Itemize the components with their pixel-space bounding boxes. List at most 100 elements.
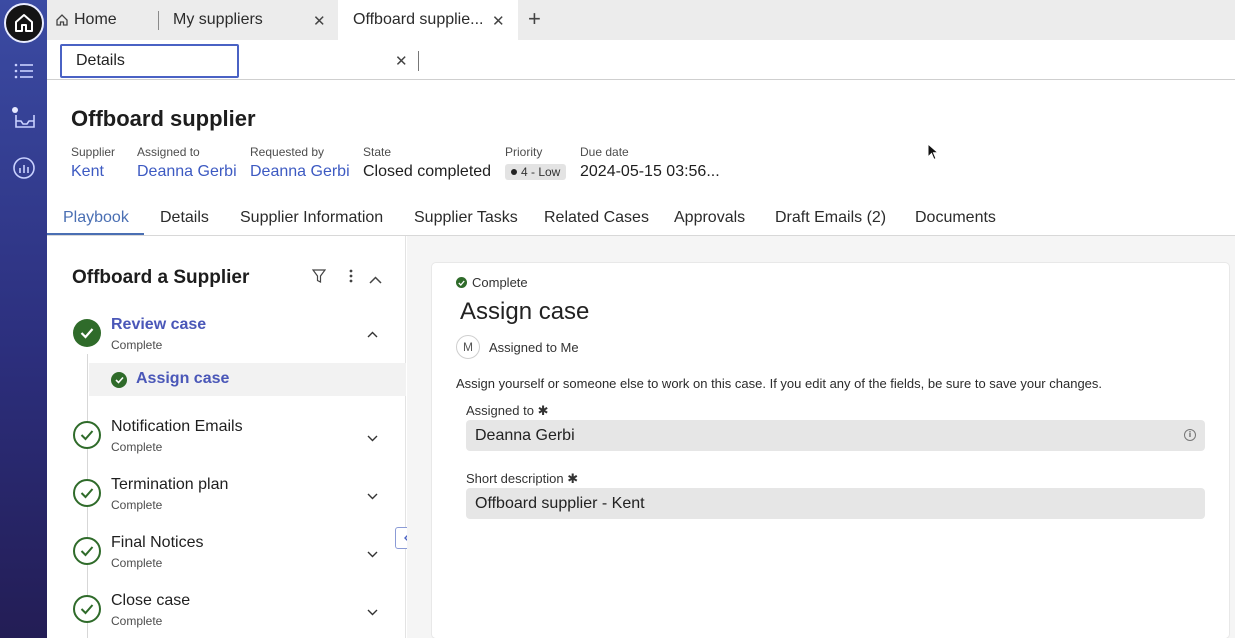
info-icon[interactable]: i <box>1184 429 1196 441</box>
field-label: Priority <box>505 145 543 159</box>
tab-bar: Home My suppliers ✕ Offboard supplie... … <box>47 0 1235 40</box>
playbook-title: Offboard a Supplier <box>72 267 250 288</box>
check-small-icon <box>111 372 127 388</box>
check-small-icon <box>456 277 467 288</box>
tab-offboard-supplier[interactable]: Offboard supplie... <box>338 0 518 40</box>
card-title: Assign case <box>460 298 590 325</box>
app-rail <box>0 0 47 638</box>
mouse-cursor-icon <box>927 142 940 166</box>
assigned-to-value: Deanna Gerbi <box>475 427 575 444</box>
short-description-label: Short description ✱ <box>466 471 578 487</box>
field-label: Assigned to <box>137 145 200 159</box>
short-description-field[interactable]: Offboard supplier - Kent <box>466 488 1205 519</box>
tab-divider <box>158 11 159 30</box>
field-label: Supplier <box>71 145 116 159</box>
instruction-text: Assign yourself or someone else to work … <box>456 376 1103 391</box>
step-status: Complete <box>111 498 163 512</box>
field-label: State <box>363 145 392 159</box>
step-close-case[interactable]: Close case <box>111 592 190 610</box>
substep-row[interactable]: Assign case <box>89 363 406 396</box>
field-requested-by: Requested by Deanna Gerbi <box>250 145 350 181</box>
chevron-down-icon[interactable] <box>367 487 378 503</box>
due-date-value: 2024-05-15 03:56... <box>580 163 720 180</box>
priority-badge: 4 - Low <box>505 164 567 180</box>
field-supplier: Supplier Kent <box>71 145 115 181</box>
tab-home[interactable]: Home <box>55 0 155 40</box>
list-icon[interactable] <box>0 58 47 84</box>
label-text: Short description <box>466 471 564 486</box>
field-label: Due date <box>580 145 629 159</box>
page-title: Offboard supplier <box>71 106 256 131</box>
tab-playbook[interactable]: Playbook <box>63 209 129 227</box>
step-status: Complete <box>111 440 163 454</box>
step-status: Complete <box>111 338 163 352</box>
step-final-notices[interactable]: Final Notices <box>111 534 203 552</box>
tab-label: Home <box>74 11 117 28</box>
filter-icon[interactable] <box>311 269 327 289</box>
label-text: Assigned to <box>466 403 534 418</box>
field-state: State Closed completed <box>363 145 491 181</box>
status-badge: Complete <box>456 275 528 290</box>
step-status: Complete <box>111 614 163 628</box>
tab-label: Offboard supplie... <box>353 11 484 28</box>
assigned-to-label: Assigned to ✱ <box>466 403 548 419</box>
step-notification-emails[interactable]: Notification Emails <box>111 418 243 436</box>
check-outline-icon <box>73 537 101 565</box>
more-options-icon[interactable] <box>349 269 353 288</box>
tab-supplier-tasks[interactable]: Supplier Tasks <box>414 209 518 227</box>
collapse-all-icon[interactable] <box>369 271 382 289</box>
field-priority: Priority 4 - Low <box>505 145 567 181</box>
tab-approvals[interactable]: Approvals <box>674 209 745 227</box>
step-termination-plan[interactable]: Termination plan <box>111 476 228 494</box>
status-text: Complete <box>472 275 528 290</box>
avatar: M <box>456 335 480 359</box>
add-tab-icon[interactable]: + <box>528 7 541 31</box>
chevron-down-icon[interactable] <box>367 603 378 619</box>
priority-value: 4 - Low <box>521 165 561 179</box>
playbook-panel: Offboard a Supplier Review case Complete… <box>47 236 406 638</box>
priority-dot-icon <box>511 169 517 175</box>
chevron-up-icon[interactable] <box>367 325 378 341</box>
subtab-label: Details <box>76 52 125 69</box>
home-button[interactable] <box>0 2 47 44</box>
field-due-date: Due date 2024-05-15 03:56... <box>580 145 720 181</box>
active-tab-indicator <box>47 233 144 235</box>
close-tab-icon[interactable]: ✕ <box>313 12 326 30</box>
required-icon: ✱ <box>567 471 579 486</box>
tab-my-suppliers[interactable]: My suppliers <box>173 0 333 40</box>
tab-label: My suppliers <box>173 11 263 28</box>
subtab-divider <box>418 51 419 71</box>
tab-documents[interactable]: Documents <box>915 209 996 227</box>
check-outline-icon <box>73 421 101 449</box>
step-review-case[interactable]: Review case <box>111 316 206 334</box>
chevron-down-icon[interactable] <box>367 545 378 561</box>
tab-supplier-information[interactable]: Supplier Information <box>240 209 383 227</box>
tab-details[interactable]: Details <box>160 209 209 227</box>
subtab-details[interactable]: Details <box>60 44 239 78</box>
close-subtab-icon[interactable]: ✕ <box>395 52 408 70</box>
tab-draft-emails[interactable]: Draft Emails (2) <box>775 209 886 227</box>
field-assigned-to: Assigned to Deanna Gerbi <box>137 145 237 181</box>
record-tabs: Playbook Details Supplier Information Su… <box>47 200 1235 236</box>
check-outline-icon <box>73 479 101 507</box>
check-filled-icon <box>73 319 101 347</box>
sub-tab-bar: Details ✕ <box>47 40 1235 80</box>
check-outline-icon <box>73 595 101 623</box>
requested-by-link[interactable]: Deanna Gerbi <box>250 163 350 181</box>
assigned-to-me-text: Assigned to Me <box>489 340 579 355</box>
step-status: Complete <box>111 556 163 570</box>
tab-related-cases[interactable]: Related Cases <box>544 209 649 227</box>
supplier-link[interactable]: Kent <box>71 163 115 181</box>
short-description-value: Offboard supplier - Kent <box>475 495 645 512</box>
inbox-icon[interactable] <box>0 104 47 132</box>
required-icon: ✱ <box>537 403 549 418</box>
assign-case-card: Complete Assign case M Assigned to Me As… <box>432 263 1229 638</box>
home-icon <box>3 3 44 43</box>
chevron-down-icon[interactable] <box>367 429 378 445</box>
close-tab-icon[interactable]: ✕ <box>492 12 505 30</box>
assigned-to-link[interactable]: Deanna Gerbi <box>137 163 237 181</box>
analytics-icon[interactable] <box>0 154 47 182</box>
home-small-icon <box>56 14 68 26</box>
assigned-to-field[interactable]: Deanna Gerbi i <box>466 420 1205 451</box>
state-value: Closed completed <box>363 163 492 180</box>
